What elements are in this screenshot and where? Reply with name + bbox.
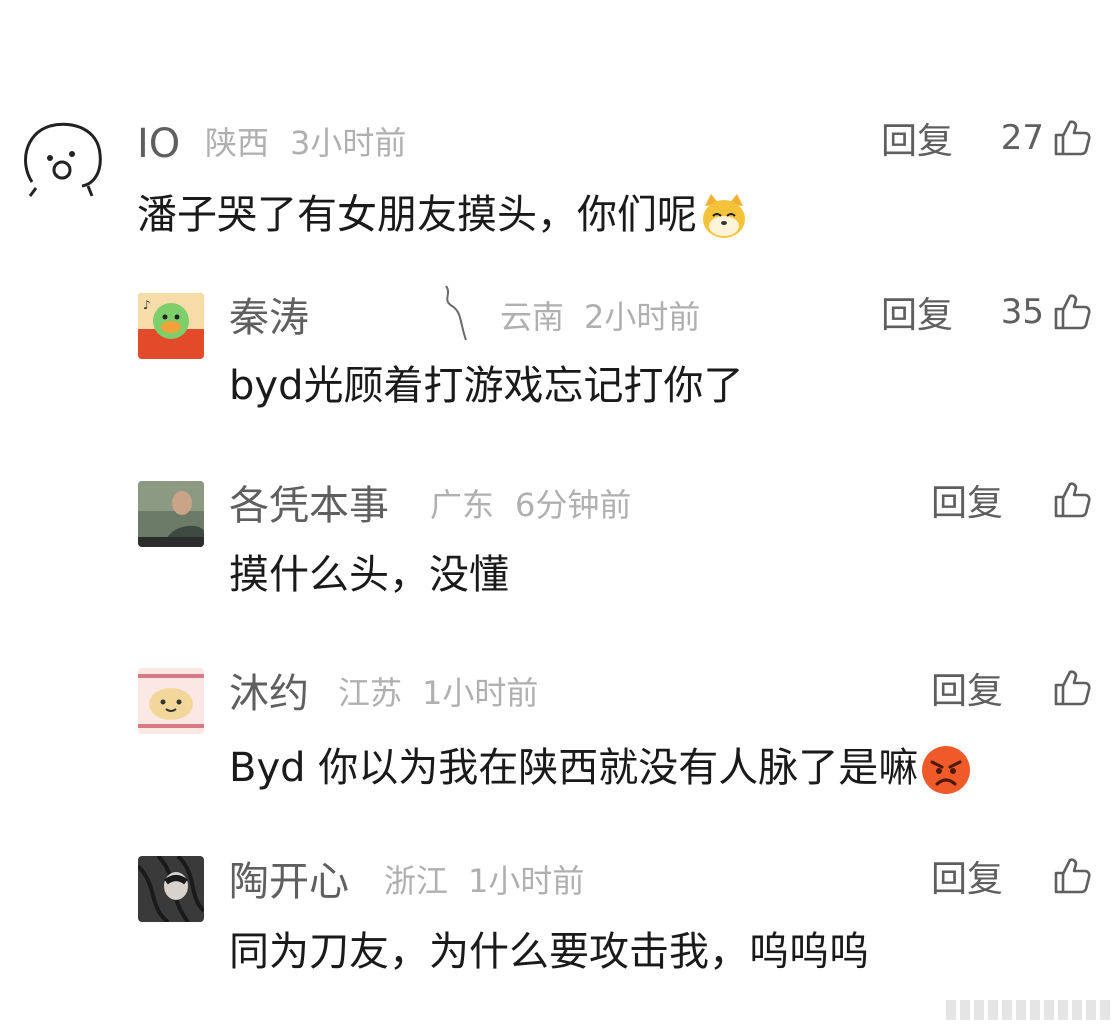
like-button[interactable] xyxy=(1052,668,1092,708)
avatar-image xyxy=(24,122,102,197)
avatar-image xyxy=(138,481,204,547)
angry-emoji-icon xyxy=(922,746,971,794)
like-button[interactable] xyxy=(1052,480,1092,520)
like-button[interactable] xyxy=(1052,856,1092,896)
username[interactable]: 沐约 xyxy=(229,674,309,714)
location: 江苏 xyxy=(338,674,403,712)
comment-text: 潘子哭了有女朋友摸头，你们呢 xyxy=(137,192,749,242)
avatar[interactable]: ♪ xyxy=(138,293,204,359)
thumbs-up-icon xyxy=(1054,670,1091,706)
username[interactable]: 各凭本事 xyxy=(229,486,389,526)
username[interactable]: 陶开心 xyxy=(229,862,349,902)
comment-body: 潘子哭了有女朋友摸头，你们呢 xyxy=(137,192,697,238)
avatar-image xyxy=(138,668,204,734)
comment-text: Byd 你以为我在陕西就没有人脉了是嘛 xyxy=(229,744,972,796)
location: 云南 xyxy=(500,298,565,336)
location: 广东 xyxy=(430,486,495,524)
timestamp: 2小时前 xyxy=(584,298,701,336)
thumbs-up-icon xyxy=(1054,120,1091,156)
timestamp: 1小时前 xyxy=(422,674,539,712)
comment-text: 摸什么头，没懂 xyxy=(229,552,509,598)
avatar[interactable] xyxy=(138,668,204,734)
avatar[interactable] xyxy=(18,118,108,202)
like-button[interactable]: 35 xyxy=(1001,292,1092,332)
comment-body: Byd 你以为我在陕西就没有人脉了是嘛 xyxy=(229,745,919,791)
squiggle-mark-icon xyxy=(445,285,467,341)
username[interactable]: IO xyxy=(137,124,180,164)
reply-button[interactable]: 回复 xyxy=(931,486,1003,522)
location: 浙江 xyxy=(384,862,449,900)
svg-text:♪: ♪ xyxy=(143,298,151,312)
avatar-image: ♪ xyxy=(138,293,204,359)
reply-button[interactable]: 回复 xyxy=(931,674,1003,710)
timestamp: 1小时前 xyxy=(468,862,585,900)
timestamp: 3小时前 xyxy=(290,124,407,162)
comment-text: 同为刀友，为什么要攻击我，呜呜呜 xyxy=(229,929,869,975)
like-count: 27 xyxy=(1000,118,1044,158)
avatar-image xyxy=(138,856,204,922)
timestamp: 6分钟前 xyxy=(515,486,632,524)
reply-button[interactable]: 回复 xyxy=(881,298,953,334)
location: 陕西 xyxy=(205,124,270,162)
reply-button[interactable]: 回复 xyxy=(931,862,1003,898)
avatar[interactable] xyxy=(138,481,204,547)
avatar[interactable] xyxy=(138,856,204,922)
reply-button[interactable]: 回复 xyxy=(881,124,953,160)
thumbs-up-icon xyxy=(1054,294,1091,330)
thumbs-up-icon xyxy=(1054,482,1091,518)
watermark-icon xyxy=(946,1000,1110,1020)
comment-text: byd光顾着打游戏忘记打你了 xyxy=(229,363,744,409)
thumbs-up-icon xyxy=(1054,858,1091,894)
like-count: 35 xyxy=(1000,292,1044,332)
doge-emoji-icon xyxy=(703,194,745,238)
like-button[interactable]: 27 xyxy=(1001,118,1092,158)
username[interactable]: 秦涛 xyxy=(229,298,309,338)
